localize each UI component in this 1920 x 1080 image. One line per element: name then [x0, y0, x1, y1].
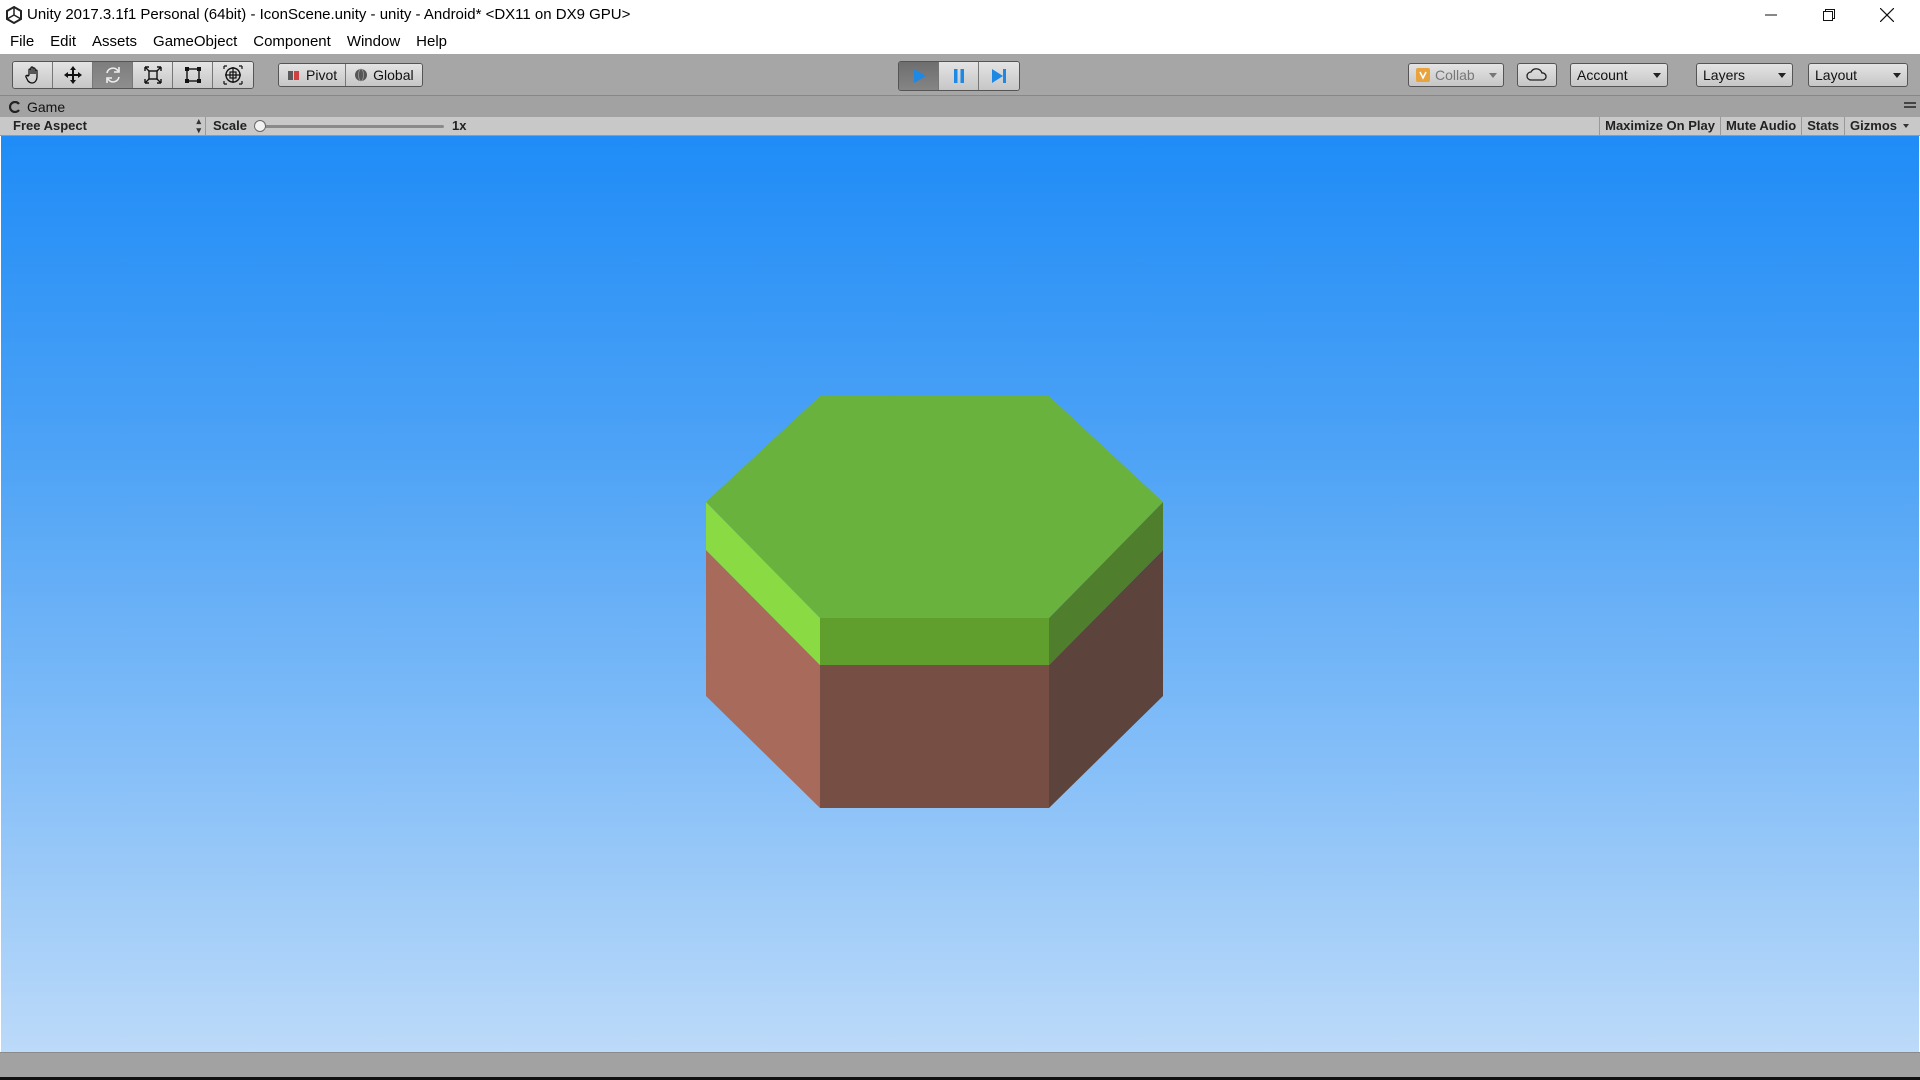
aspect-label: Free Aspect — [13, 118, 87, 133]
transform-icon — [223, 65, 243, 85]
menu-bar: File Edit Assets GameObject Component Wi… — [0, 30, 1920, 54]
cloud-button[interactable] — [1517, 63, 1557, 87]
dirt-front-face — [820, 665, 1049, 808]
layers-dropdown[interactable]: Layers — [1696, 63, 1793, 87]
move-icon — [63, 66, 82, 84]
game-controller-icon — [9, 100, 20, 113]
layout-label: Layout — [1815, 67, 1858, 83]
global-toggle[interactable]: Global — [345, 64, 422, 86]
cloud-icon — [1526, 68, 1547, 81]
step-button[interactable] — [979, 62, 1019, 90]
minimize-button[interactable] — [1742, 0, 1800, 30]
scale-value: 1x — [452, 118, 467, 133]
chevron-down-icon — [1893, 73, 1901, 78]
main-toolbar: Pivot Global Collab Account Layers Layou… — [0, 54, 1920, 96]
hand-icon — [24, 66, 38, 84]
global-label: Global — [373, 67, 414, 83]
menu-help[interactable]: Help — [408, 30, 455, 54]
scale-slider-track[interactable] — [258, 125, 444, 128]
scale-icon — [143, 66, 162, 84]
close-button[interactable] — [1858, 0, 1916, 30]
menu-component[interactable]: Component — [245, 30, 339, 54]
play-icon — [913, 69, 926, 83]
menu-window[interactable]: Window — [339, 30, 408, 54]
pause-button[interactable] — [939, 62, 979, 90]
move-tool-button[interactable] — [53, 62, 93, 88]
aspect-dropdown[interactable]: Free Aspect ▴ ▾ — [6, 117, 206, 135]
close-icon — [1880, 8, 1894, 22]
restore-button[interactable] — [1800, 0, 1858, 30]
step-icon — [992, 69, 1006, 83]
rect-transform-icon — [184, 67, 201, 83]
chevron-down-icon — [1778, 73, 1786, 78]
game-tab-bar: Game — [0, 96, 1920, 117]
minimize-icon — [1765, 14, 1777, 16]
stats-toggle[interactable]: Stats — [1801, 117, 1844, 135]
menu-edit[interactable]: Edit — [42, 30, 84, 54]
layers-label: Layers — [1703, 67, 1746, 83]
game-tab[interactable]: Game — [9, 96, 65, 117]
menu-file[interactable]: File — [2, 30, 42, 54]
game-tab-label: Game — [27, 98, 66, 115]
pause-icon — [953, 69, 964, 83]
scale-tool-button[interactable] — [133, 62, 173, 88]
gizmos-dropdown[interactable]: Gizmos — [1844, 117, 1913, 135]
game-view-options: Maximize On Play Mute Audio Stats Gizmos — [1599, 117, 1913, 135]
up-down-arrows-icon: ▴ ▾ — [196, 116, 201, 135]
unity-logo-icon — [6, 5, 22, 25]
window-title: Unity 2017.3.1f1 Personal (64bit) - Icon… — [27, 6, 631, 23]
play-button[interactable] — [899, 62, 939, 90]
chevron-down-icon — [1489, 73, 1497, 78]
collab-dropdown[interactable]: Collab — [1408, 63, 1504, 87]
mute-audio-toggle[interactable]: Mute Audio — [1719, 117, 1801, 135]
transform-tools — [12, 61, 254, 89]
collab-label: Collab — [1435, 67, 1475, 83]
scale-label: Scale — [213, 118, 247, 133]
hand-tool-button[interactable] — [13, 62, 53, 88]
globe-icon — [355, 68, 368, 82]
restore-icon — [1823, 9, 1835, 21]
pivot-label: Pivot — [306, 67, 338, 83]
rotate-tool-button[interactable] — [93, 62, 133, 88]
grass-front-face — [820, 618, 1049, 665]
pivot-icon — [288, 71, 299, 80]
menu-gameobject[interactable]: GameObject — [145, 30, 245, 54]
hex-tile-render — [706, 396, 1163, 808]
scale-slider-thumb[interactable] — [254, 120, 266, 132]
play-controls — [898, 61, 1020, 91]
menu-assets[interactable]: Assets — [84, 30, 145, 54]
game-viewport[interactable] — [1, 136, 1919, 1052]
layout-dropdown[interactable]: Layout — [1808, 63, 1908, 87]
collab-icon — [1416, 68, 1430, 82]
panel-menu-icon[interactable] — [1904, 102, 1916, 110]
game-view-toolbar: Free Aspect ▴ ▾ Scale 1x Maximize On Play… — [0, 117, 1920, 136]
transform-tool-button[interactable] — [213, 62, 253, 88]
rect-tool-button[interactable] — [173, 62, 213, 88]
pivot-toggle[interactable]: Pivot — [279, 64, 346, 86]
maximize-on-play-toggle[interactable]: Maximize On Play — [1599, 117, 1720, 135]
rotate-icon — [105, 67, 120, 83]
status-bar — [0, 1052, 1920, 1080]
chevron-down-icon — [1653, 73, 1661, 78]
pivot-global-group: Pivot Global — [278, 63, 423, 87]
account-label: Account — [1577, 67, 1628, 83]
title-bar: Unity 2017.3.1f1 Personal (64bit) - Icon… — [0, 0, 1920, 30]
account-dropdown[interactable]: Account — [1570, 63, 1668, 87]
